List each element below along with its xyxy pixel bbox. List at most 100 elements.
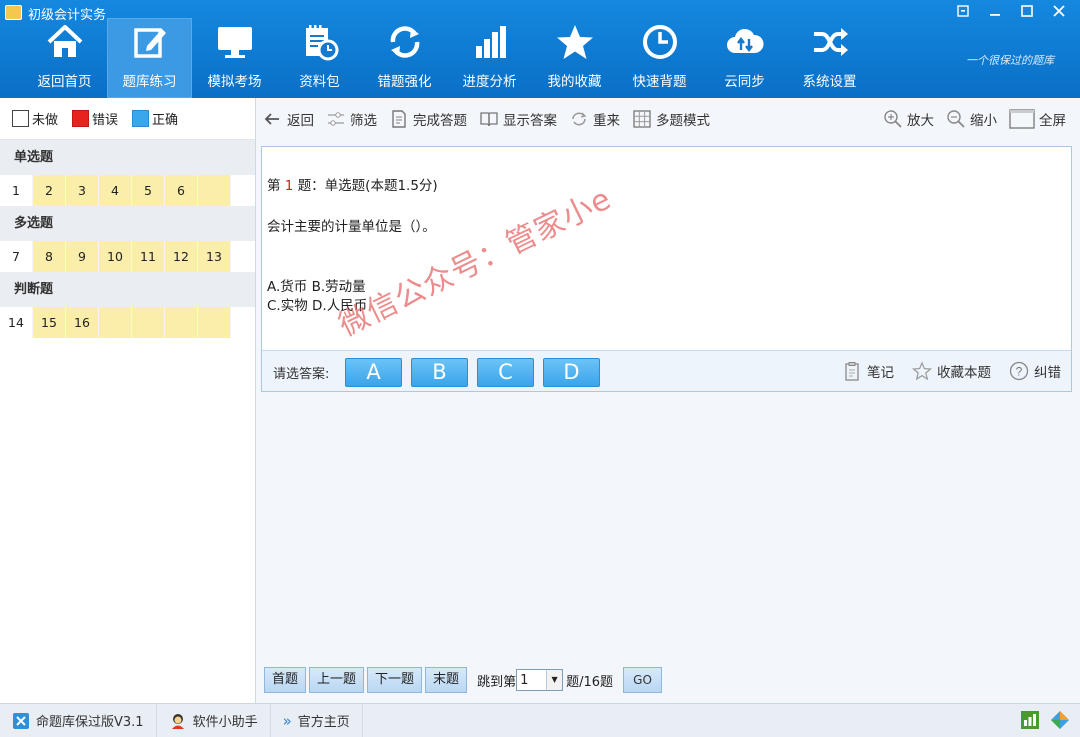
filter-icon [328,112,344,126]
multi-mode-button[interactable]: 多题模式 [630,106,716,132]
section-multiple-choice: 多选题 [0,206,255,241]
question-options-line: C.实物 D.人民币 [267,298,368,314]
question-cell[interactable]: 7 [0,241,33,272]
prev-question-button[interactable]: 上一题 [309,667,365,693]
nav-settings[interactable]: 系统设置 [787,18,872,98]
question-cell[interactable]: 10 [99,241,132,272]
question-panel: 第 1 题：单选题(本题1.5分) 会计主要的计量单位是（）。 A.货币 B.劳… [261,146,1072,392]
multi-mode-label: 多题模式 [656,113,710,129]
finish-button[interactable]: 完成答题 [387,106,473,132]
double-chevron-icon: » [282,711,292,730]
question-cell[interactable]: 12 [165,241,198,272]
reload-icon [572,112,587,126]
question-cell[interactable]: 8 [33,241,66,272]
minimize-icon[interactable] [982,3,1008,23]
correct-swatch [132,110,150,127]
go-button[interactable]: GO [623,667,663,693]
first-question-button[interactable]: 首题 [264,667,307,693]
report-error-button[interactable]: ? 纠错 [1009,361,1061,381]
status-icons [1020,710,1070,730]
fullscreen-label: 全屏 [1039,113,1066,129]
question-cell[interactable]: 9 [66,241,99,272]
show-answer-button[interactable]: 显示答案 [477,106,563,132]
nav-mock-exam[interactable]: 模拟考场 [192,18,277,98]
notes-button[interactable]: 笔记 [842,361,894,381]
answer-c-button[interactable]: C [477,358,534,387]
assistant-link[interactable]: 软件小助手 [157,704,271,737]
filter-button[interactable]: 筛选 [324,106,383,132]
nav-favorites[interactable]: 我的收藏 [532,18,617,98]
clock-icon [642,25,677,59]
nav-label: 系统设置 [802,74,857,90]
question-cell[interactable]: 6 [165,175,198,206]
stats-icon[interactable] [1020,710,1040,730]
nav-quick-review[interactable]: 快速背题 [617,18,702,98]
question-cell-empty [198,307,231,338]
question-cell[interactable]: 13 [198,241,231,272]
question-cell[interactable]: 5 [132,175,165,206]
homepage-link[interactable]: » 官方主页 [271,704,363,737]
version-info: 命题库保过版V3.1 [0,704,157,737]
question-cell[interactable]: 16 [66,307,99,338]
status-bar: 命题库保过版V3.1 软件小助手 » 官方主页 [0,703,1080,737]
svg-text:?: ? [1016,365,1023,379]
question-cell[interactable]: 11 [132,241,165,272]
back-label: 返回 [287,113,314,129]
bar-chart-icon [475,26,506,58]
version-label: 命题库保过版V3.1 [36,715,144,730]
brand-diamond-icon[interactable] [1050,710,1070,730]
favorite-button[interactable]: 收藏本题 [912,361,991,381]
arrow-left-icon [264,113,279,125]
question-cell[interactable]: 2 [33,175,66,206]
redo-button[interactable]: 重来 [567,106,626,132]
question-header: 第 1 题：单选题(本题1.5分) [267,174,438,194]
page-select[interactable]: 1 ▼ [516,669,564,691]
restore-down-icon[interactable] [950,3,976,23]
nav-materials[interactable]: 资料包 [277,18,362,98]
question-cell[interactable]: 1 [0,175,33,206]
fullscreen-button[interactable]: 全屏 [1007,106,1072,132]
nav-label: 模拟考场 [207,74,262,90]
question-prefix: 第 [267,178,281,194]
question-cell[interactable]: 4 [99,175,132,206]
document-icon [392,110,406,128]
next-question-button[interactable]: 下一题 [367,667,423,693]
answer-a-button[interactable]: A [345,358,402,387]
slogan: 一个很保过的题库 [966,54,1054,67]
nav-label: 云同步 [724,74,765,90]
maximize-icon[interactable] [1014,3,1040,23]
shuffle-icon [813,28,848,56]
nav-cloud-sync[interactable]: 云同步 [702,18,787,98]
notebook-clock-icon [305,25,338,61]
star-outline-icon [912,361,932,381]
monitor-icon [217,27,252,58]
zoom-out-icon [947,110,965,128]
back-button[interactable]: 返回 [261,106,320,132]
close-icon[interactable] [1046,3,1072,23]
answer-bar: 请选答案: A B C D 笔记 收藏本题 ? 纠错 [262,350,1071,391]
nav-progress[interactable]: 进度分析 [447,18,532,98]
legend-label: 未做 [32,113,59,128]
zoom-out-button[interactable]: 缩小 [944,106,1003,132]
answer-prompt: 请选答案: [273,367,330,382]
fullscreen-icon [1009,109,1035,129]
answer-d-button[interactable]: D [543,358,600,387]
question-grid-row: 14 15 16 [0,307,255,338]
unanswered-swatch [12,110,29,127]
answer-b-button[interactable]: B [411,358,468,387]
zoom-in-button[interactable]: 放大 [881,106,940,132]
legend-unanswered: 未做 [12,109,58,128]
chevron-down-icon: ▼ [546,670,563,690]
question-cell[interactable]: 14 [0,307,33,338]
last-question-button[interactable]: 末题 [425,667,468,693]
cloud-sync-icon [726,28,764,53]
nav-wrong-questions[interactable]: 错题强化 [362,18,447,98]
question-cell[interactable]: 15 [33,307,66,338]
question-cell[interactable]: 3 [66,175,99,206]
nav-home[interactable]: 返回首页 [22,18,107,98]
notes-label: 笔记 [867,365,894,381]
report-error-label: 纠错 [1034,365,1061,381]
app-logo-icon [5,5,22,20]
window-controls [950,3,1072,23]
nav-question-bank[interactable]: 题库练习 [107,18,192,98]
